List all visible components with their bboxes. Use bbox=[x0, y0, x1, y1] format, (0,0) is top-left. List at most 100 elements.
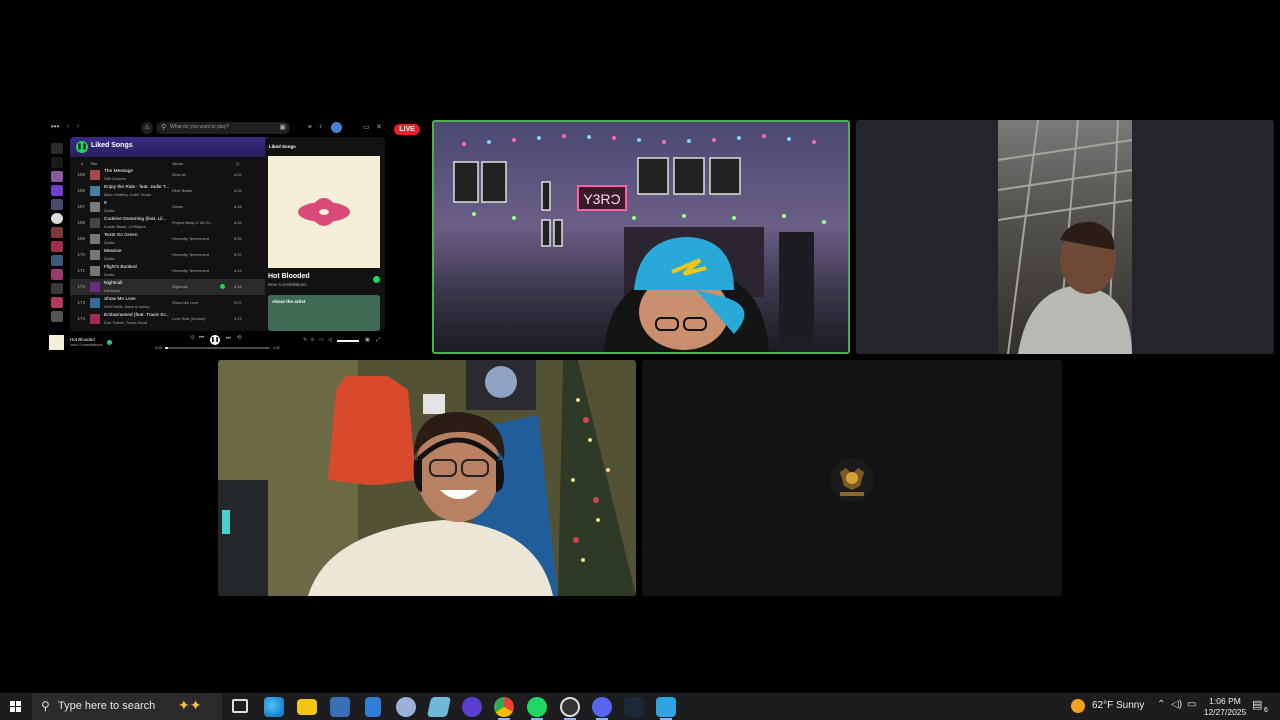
browser-icon[interactable] bbox=[462, 697, 482, 717]
player-title[interactable]: Hot Blooded bbox=[70, 337, 95, 342]
player-artist[interactable]: New Constellations bbox=[70, 343, 103, 347]
volume-icon[interactable]: ◁ bbox=[328, 337, 332, 343]
shuffle-icon[interactable]: ⤨ bbox=[189, 335, 193, 342]
calculator-icon[interactable] bbox=[365, 697, 381, 717]
about-artist-card[interactable]: About the artist bbox=[268, 295, 380, 331]
network-icon[interactable]: ▭ bbox=[1187, 699, 1196, 710]
progress-bar[interactable] bbox=[165, 347, 270, 349]
spotify-search-input[interactable]: ⚲ What do you want to play? ▣ bbox=[156, 122, 290, 134]
avatar[interactable] bbox=[331, 122, 342, 133]
track-row[interactable]: 173 Show Me Love WizTheMc, bees & honey Sho… bbox=[70, 295, 286, 311]
player-cover[interactable] bbox=[49, 335, 64, 350]
liked-check-icon[interactable] bbox=[220, 284, 225, 289]
app-icon[interactable] bbox=[396, 697, 416, 717]
track-title: Nightcall bbox=[104, 281, 123, 286]
library-icon[interactable] bbox=[51, 143, 63, 154]
track-number: 174 bbox=[77, 316, 85, 321]
track-row[interactable]: 171 Flight's Booked Drake Honestly, Nevermi… bbox=[70, 263, 286, 279]
participant-video-4[interactable] bbox=[642, 360, 1062, 596]
close-icon[interactable]: ✕ bbox=[376, 123, 382, 131]
library-item[interactable] bbox=[51, 311, 63, 322]
next-icon[interactable]: ⏭ bbox=[226, 335, 231, 342]
clock-date[interactable]: 12/27/2025 bbox=[1200, 707, 1250, 717]
volume-icon[interactable]: ◁) bbox=[1171, 699, 1182, 710]
participant-video-2[interactable] bbox=[856, 120, 1274, 354]
copilot-sparkle-icon[interactable]: ✦✦ bbox=[178, 697, 201, 714]
track-row[interactable]: 169 Texts Go Green Drake Honestly, Nevermin… bbox=[70, 231, 286, 247]
track-title: Show Me Love bbox=[104, 297, 136, 302]
library-item[interactable] bbox=[51, 269, 63, 280]
steam-icon[interactable] bbox=[624, 697, 644, 717]
chrome-icon[interactable] bbox=[494, 697, 514, 717]
friends-icon[interactable]: ⚭ bbox=[307, 123, 313, 131]
clock-time[interactable]: 1:06 PM bbox=[1205, 696, 1245, 706]
start-button[interactable] bbox=[0, 693, 32, 720]
track-row[interactable]: 166 Enjoy the Ride - feat. Judie T... Marc… bbox=[70, 183, 286, 199]
column-header-title[interactable]: Title bbox=[90, 161, 97, 166]
participant-avatar bbox=[830, 458, 874, 502]
volume-slider[interactable] bbox=[337, 340, 359, 342]
discord-icon[interactable] bbox=[592, 697, 612, 717]
edge-icon[interactable] bbox=[264, 697, 284, 717]
previous-icon[interactable]: ⏮ bbox=[199, 335, 204, 342]
library-item[interactable] bbox=[51, 241, 63, 252]
miniplayer-icon[interactable]: ▣ bbox=[365, 337, 370, 343]
pause-button[interactable]: ❚❚ bbox=[210, 335, 220, 345]
obs-icon[interactable] bbox=[560, 697, 580, 717]
track-art bbox=[90, 186, 100, 196]
minimize-icon[interactable]: ▭ bbox=[363, 123, 370, 131]
track-row[interactable]: 167 9 Drake Views 4:16 bbox=[70, 199, 286, 215]
bell-icon[interactable]: ♪ bbox=[319, 123, 323, 130]
track-row[interactable]: 165 The Message Still Corners Slow Air 4:02 bbox=[70, 167, 286, 183]
track-row[interactable]: 170 Massive Drake Honestly, Nevermind 5:37 bbox=[70, 247, 286, 263]
track-title: Flight's Booked bbox=[104, 265, 137, 270]
track-row[interactable]: 172 Nightcall Kavinsky Nightcall 4:18 bbox=[70, 279, 286, 295]
browse-icon[interactable]: ▣ bbox=[279, 123, 286, 131]
clock-icon: ◷ bbox=[236, 161, 240, 166]
file-explorer-icon[interactable] bbox=[297, 699, 317, 715]
home-icon[interactable]: ⌂ bbox=[141, 122, 153, 134]
library-item[interactable] bbox=[51, 255, 63, 266]
spotify-icon[interactable] bbox=[527, 697, 547, 717]
menu-dots-icon[interactable]: ••• bbox=[51, 122, 59, 131]
library-item[interactable] bbox=[51, 283, 63, 294]
library-item[interactable] bbox=[51, 199, 63, 210]
library-item[interactable] bbox=[51, 185, 63, 196]
library-item[interactable] bbox=[51, 227, 63, 238]
track-row[interactable]: 174 Embarrassed (feat. Travis Sc... Don To… bbox=[70, 311, 286, 327]
queue-icon[interactable]: ≡ bbox=[311, 337, 314, 343]
notepad-icon[interactable] bbox=[426, 697, 452, 717]
column-header-album[interactable]: Album bbox=[172, 161, 183, 166]
maps-icon[interactable] bbox=[656, 697, 676, 717]
library-item[interactable] bbox=[51, 213, 63, 224]
notification-icon[interactable]: ▤ bbox=[1252, 698, 1262, 711]
taskbar-search-input[interactable]: ⚲ Type here to search ✦✦ bbox=[32, 693, 222, 720]
track-duration: 3:13 bbox=[234, 316, 242, 321]
library-item[interactable] bbox=[51, 297, 63, 308]
lyrics-icon[interactable]: ✎ bbox=[303, 337, 307, 343]
spotify-window[interactable]: ••• ‹ › ⌂ ⚲ What do you want to play? ▣ … bbox=[45, 120, 387, 354]
player-bar: Hot Blooded New Constellations ⤨ ⏮ ❚❚ ⏭ … bbox=[45, 333, 387, 354]
remote-desktop-icon[interactable] bbox=[330, 697, 350, 717]
liked-check-icon[interactable] bbox=[107, 340, 112, 345]
now-playing-artist[interactable]: New Constellations bbox=[268, 282, 307, 287]
chevron-up-icon[interactable]: ⌃ bbox=[1157, 699, 1165, 710]
liked-check-icon[interactable] bbox=[373, 276, 380, 283]
now-playing-title[interactable]: Hot Blooded bbox=[268, 273, 310, 280]
task-view-icon[interactable] bbox=[232, 699, 248, 713]
forward-icon[interactable]: › bbox=[77, 123, 79, 130]
live-badge: LIVE bbox=[394, 124, 420, 135]
weather-widget[interactable]: 62°F Sunny bbox=[1092, 700, 1144, 711]
track-row[interactable]: 168 Codeine Dreaming (feat. Lil... Kodak B… bbox=[70, 215, 286, 231]
track-duration: 5:37 bbox=[234, 252, 242, 257]
repeat-icon[interactable]: ⟲ bbox=[237, 335, 242, 341]
sun-icon[interactable] bbox=[1071, 699, 1085, 713]
participant-video-1[interactable]: Y3RƆ bbox=[432, 120, 850, 354]
fullscreen-icon[interactable]: ⤢ bbox=[376, 337, 380, 343]
play-pause-icon[interactable]: ❚❚ bbox=[76, 141, 88, 153]
participant-video-3[interactable] bbox=[218, 360, 636, 596]
library-item[interactable] bbox=[51, 171, 63, 182]
device-icon[interactable]: ▭ bbox=[319, 337, 324, 343]
back-icon[interactable]: ‹ bbox=[67, 123, 69, 130]
add-icon[interactable] bbox=[51, 157, 63, 168]
